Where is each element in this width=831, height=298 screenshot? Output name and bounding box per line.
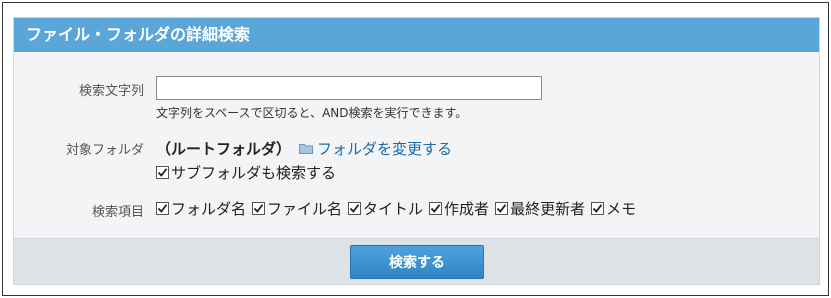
folder-icon (299, 143, 314, 154)
item-checkbox-last-updater[interactable]: 最終更新者 (495, 198, 585, 219)
item-checkbox-label: ファイル名 (267, 200, 343, 218)
item-checkbox-folder-name[interactable]: フォルダ名 (156, 198, 246, 219)
folder-name: （ルートフォルダ） (156, 140, 292, 158)
change-folder-link[interactable]: フォルダを変更する (299, 138, 452, 159)
folder-label: 対象フォルダ (65, 143, 144, 158)
checkbox-checked-icon (591, 202, 605, 215)
checkbox-checked-icon (156, 166, 169, 179)
items-body: フォルダ名 ファイル名 タイトル 作成者 最終更新者 メモ (156, 198, 642, 219)
item-checkbox-label: 最終更新者 (510, 200, 586, 218)
item-checkbox-label: メモ (606, 200, 637, 218)
keyword-input[interactable] (156, 76, 542, 100)
subfolder-checkbox[interactable]: サブフォルダも検索する (156, 162, 336, 183)
window-frame: ファイル・フォルダの詳細検索 検索文字列 文字列をスペースで区切ると、AND検索… (2, 2, 829, 296)
item-checkbox-file-name[interactable]: ファイル名 (252, 198, 342, 219)
item-checkbox-label: タイトル (363, 200, 424, 218)
panel-title: ファイル・フォルダの詳細検索 (14, 18, 819, 52)
search-button[interactable]: 検索する (350, 245, 484, 279)
search-panel: ファイル・フォルダの詳細検索 検索文字列 文字列をスペースで区切ると、AND検索… (13, 17, 820, 285)
item-checkbox-label: 作成者 (444, 200, 490, 218)
checkbox-checked-icon (348, 202, 362, 215)
checkbox-checked-icon (252, 202, 266, 215)
checkbox-checked-icon (495, 202, 509, 215)
item-checkbox-label: フォルダ名 (171, 200, 247, 218)
keyword-hint: 文字列をスペースで区切ると、AND検索を実行できます。 (156, 106, 468, 120)
items-label: 検索項目 (91, 205, 144, 220)
folder-line: （ルートフォルダ） フォルダを変更する (156, 138, 452, 159)
action-bar: 検索する (14, 238, 819, 284)
checkbox-checked-icon (156, 202, 169, 215)
subfolder-checkbox-label: サブフォルダも検索する (171, 164, 337, 182)
change-folder-label: フォルダを変更する (317, 140, 453, 158)
keyword-body: 文字列をスペースで区切ると、AND検索を実行できます。 (156, 76, 542, 121)
folder-body: （ルートフォルダ） フォルダを変更する サブフォルダも検索する (156, 138, 452, 183)
keyword-label: 検索文字列 (78, 84, 144, 99)
item-checkbox-creator[interactable]: 作成者 (429, 198, 489, 219)
checkbox-checked-icon (429, 202, 443, 215)
item-checkbox-memo[interactable]: メモ (591, 198, 636, 219)
subfolder-line: サブフォルダも検索する (156, 162, 452, 183)
item-checkbox-title[interactable]: タイトル (348, 198, 423, 219)
